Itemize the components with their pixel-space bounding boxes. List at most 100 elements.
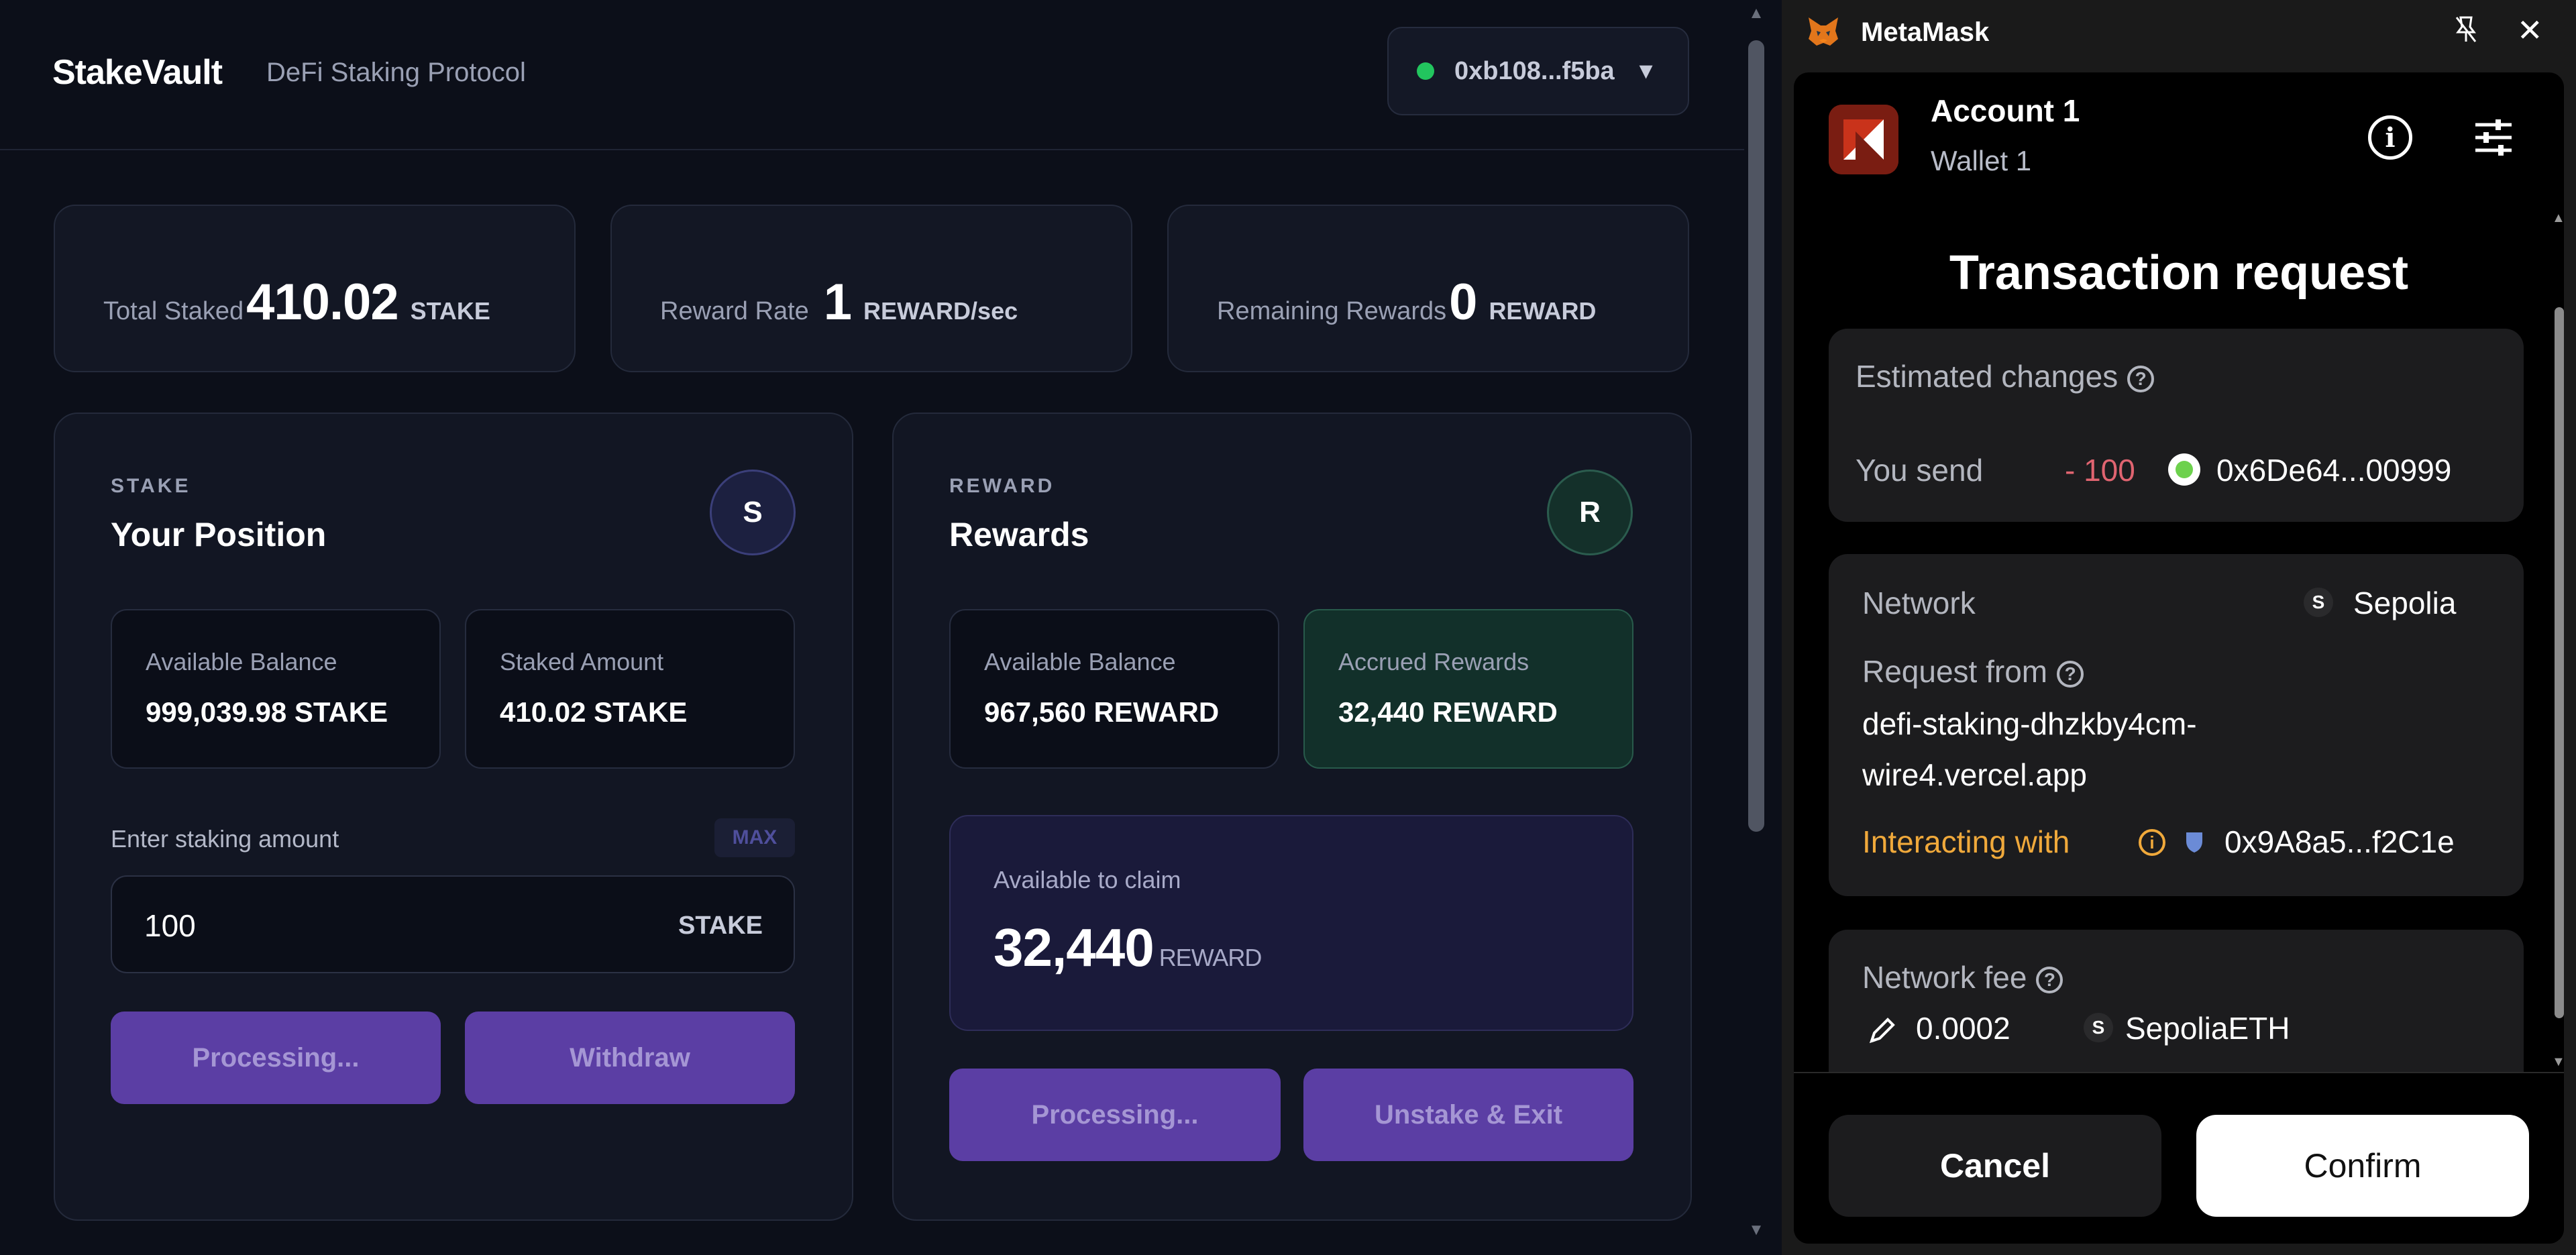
metamask-title: MetaMask <box>1861 17 1990 47</box>
account-avatar[interactable] <box>1829 105 1898 174</box>
stat-remaining-rewards: Remaining Rewards 0 REWARD <box>1167 205 1689 372</box>
shield-icon <box>2186 832 2202 853</box>
close-icon[interactable]: ✕ <box>2517 12 2543 48</box>
mini-label: Available Balance <box>984 648 1176 675</box>
network-letter-icon: S <box>2304 588 2333 617</box>
token-icon <box>2168 453 2200 486</box>
stat-unit: REWARD <box>1489 297 1597 325</box>
claim-value: 32,440 REWARD <box>994 917 1263 979</box>
claim-amount: 32,440 <box>994 918 1155 977</box>
you-send-label: You send <box>1856 453 1984 488</box>
withdraw-button[interactable]: Withdraw <box>465 1012 795 1104</box>
stat-value: 0 <box>1449 274 1477 331</box>
send-token-address[interactable]: 0x6De64...00999 <box>2216 452 2451 488</box>
request-from-line1: defi-staking-dhzkby4cm- <box>1862 706 2197 741</box>
pencil-icon[interactable] <box>1866 1014 1898 1046</box>
request-from-label: Request from? <box>1862 653 2084 690</box>
estimated-changes-card: Estimated changes? You send - 100 0x6De6… <box>1829 329 2524 522</box>
account-name[interactable]: Account 1 <box>1931 93 2080 129</box>
network-fee-text: Network fee <box>1862 960 2027 995</box>
claim-unit: REWARD <box>1159 944 1263 971</box>
mini-value: 967,560 REWARD <box>984 696 1220 728</box>
reward-badge: R <box>1547 470 1633 555</box>
help-icon[interactable]: ? <box>2127 365 2155 392</box>
stake-badge: S <box>710 470 796 555</box>
staked-amount-card: Staked Amount 410.02 STAKE <box>465 609 795 769</box>
mini-label: Staked Amount <box>500 648 664 675</box>
network-fee-label: Network fee? <box>1862 959 2063 995</box>
claim-button[interactable]: Processing... <box>949 1069 1281 1161</box>
wallet-name: Wallet 1 <box>1931 145 2032 176</box>
mini-value: 999,039.98 STAKE <box>146 696 388 728</box>
request-details-card: Network S Sepolia Request from? defi-sta… <box>1829 554 2524 896</box>
mm-scroll-down-icon[interactable]: ▼ <box>2552 1054 2564 1070</box>
fee-network-letter-icon: S <box>2084 1013 2113 1042</box>
metamask-footer: Cancel Confirm <box>1794 1072 2564 1244</box>
request-from-text: Request from <box>1862 654 2048 689</box>
staking-app: StakeVault DeFi Staking Protocol 0xb108.… <box>0 0 1744 1255</box>
info-warning-icon[interactable]: i <box>2139 829 2165 856</box>
scroll-down-arrow-icon[interactable]: ▼ <box>1746 1221 1767 1241</box>
connected-status-icon <box>1417 62 1434 80</box>
wallet-connect-button[interactable]: 0xb108...f5ba ▼ <box>1387 27 1689 115</box>
staking-amount-label: Enter staking amount <box>111 825 339 853</box>
tagline: DeFi Staking Protocol <box>266 58 526 87</box>
transaction-request-title: Transaction request <box>1949 246 2409 300</box>
send-amount: - 100 <box>2065 453 2135 488</box>
mm-scrollbar-thumb[interactable] <box>2555 307 2564 1018</box>
metamask-titlebar: MetaMask ✕ <box>1782 0 2576 66</box>
mini-value: 410.02 STAKE <box>500 696 688 728</box>
unpin-icon[interactable] <box>2453 15 2479 44</box>
mm-scroll-up-icon[interactable]: ▲ <box>2552 211 2564 226</box>
stat-unit: REWARD/sec <box>863 297 1018 325</box>
available-to-claim-box: Available to claim 32,440 REWARD <box>949 815 1633 1031</box>
fee-amount: 0.0002 <box>1916 1011 2010 1046</box>
stat-label: Total Staked <box>103 297 244 325</box>
stake-button[interactable]: Processing... <box>111 1012 441 1104</box>
reward-panel-title: Rewards <box>949 516 1089 553</box>
app-header: StakeVault DeFi Staking Protocol 0xb108.… <box>0 0 1744 150</box>
metamask-popup: MetaMask ✕ Account 1 Wallet 1 i Transact… <box>1782 0 2576 1255</box>
network-value: Sepolia <box>2353 586 2457 620</box>
staking-amount-input[interactable]: 100 STAKE <box>111 875 795 973</box>
wallet-address: 0xb108...f5ba <box>1454 56 1615 85</box>
stat-value: 1 <box>823 274 852 331</box>
interacting-with-address[interactable]: 0x9A8a5...f2C1e <box>2224 824 2455 860</box>
stat-value: 410.02 <box>246 274 398 331</box>
input-unit: STAKE <box>678 912 763 940</box>
network-label: Network <box>1862 586 1976 620</box>
interacting-with-label: Interacting with <box>1862 824 2070 859</box>
stat-unit: STAKE <box>410 297 490 325</box>
mini-label: Available Balance <box>146 648 337 675</box>
stat-total-staked: Total Staked 410.02 STAKE <box>54 205 576 372</box>
brand-logo[interactable]: StakeVault <box>52 52 223 93</box>
mini-label: Accrued Rewards <box>1338 648 1529 675</box>
account-identicon-icon <box>1829 105 1898 174</box>
claim-label: Available to claim <box>994 866 1181 893</box>
metamask-body: Account 1 Wallet 1 i Transaction request… <box>1794 72 2564 1244</box>
cancel-button[interactable]: Cancel <box>1829 1115 2161 1217</box>
unstake-exit-button[interactable]: Unstake & Exit <box>1303 1069 1633 1161</box>
scroll-up-arrow-icon[interactable]: ▲ <box>1746 4 1767 24</box>
app-scrollbar-thumb[interactable] <box>1748 40 1764 832</box>
info-icon[interactable]: i <box>2368 115 2412 160</box>
stat-label: Reward Rate <box>660 297 809 325</box>
fee-token: SepoliaETH <box>2125 1011 2290 1046</box>
max-button[interactable]: MAX <box>714 818 795 857</box>
caret-down-icon: ▼ <box>1634 58 1658 84</box>
reward-available-balance-card: Available Balance 967,560 REWARD <box>949 609 1279 769</box>
help-icon[interactable]: ? <box>2036 966 2063 993</box>
help-icon[interactable]: ? <box>2057 660 2084 688</box>
settings-sliders-icon[interactable] <box>2471 115 2516 160</box>
stake-available-balance-card: Available Balance 999,039.98 STAKE <box>111 609 441 769</box>
confirm-button[interactable]: Confirm <box>2196 1115 2529 1217</box>
stake-panel-title: Your Position <box>111 516 327 553</box>
input-value: 100 <box>144 908 196 943</box>
mini-value: 32,440 REWARD <box>1338 696 1558 728</box>
estimated-changes-text: Estimated changes <box>1856 359 2118 394</box>
stat-reward-rate: Reward Rate 1 REWARD/sec <box>610 205 1132 372</box>
accrued-rewards-card: Accrued Rewards 32,440 REWARD <box>1303 609 1633 769</box>
metamask-fox-icon <box>1809 17 1838 46</box>
estimated-changes-label: Estimated changes? <box>1856 358 2155 394</box>
stat-label: Remaining Rewards <box>1217 297 1447 325</box>
